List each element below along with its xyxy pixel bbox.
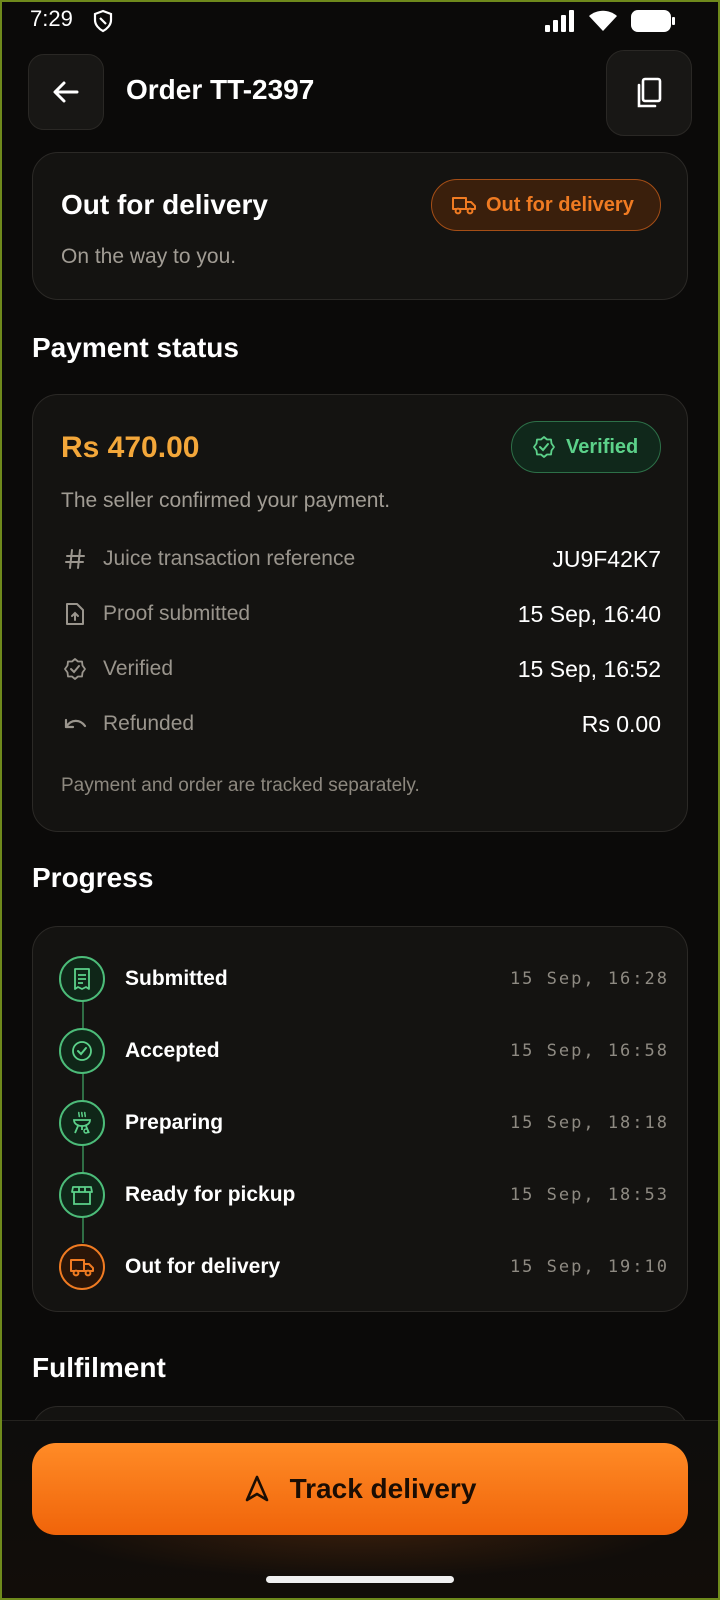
payment-row-value: Rs 0.00	[581, 710, 661, 737]
upload-file-icon	[61, 602, 89, 626]
grill-icon	[59, 1100, 105, 1146]
copy-button[interactable]	[606, 50, 692, 136]
payment-row-value: 15 Sep, 16:40	[517, 600, 661, 627]
back-button[interactable]	[28, 54, 104, 130]
check-circle-icon	[59, 1028, 105, 1074]
track-delivery-button[interactable]: Track delivery	[32, 1443, 688, 1535]
track-delivery-label: Track delivery	[289, 1473, 477, 1504]
progress-step-time: 15 Sep, 18:18	[509, 1113, 669, 1133]
payment-amount: Rs 470.00	[61, 431, 200, 464]
status-bar: 7:29	[0, 0, 720, 44]
hash-icon	[61, 548, 89, 570]
payment-row-label: Juice transaction reference	[103, 547, 356, 570]
verified-badge-icon	[533, 436, 555, 458]
payment-row-label: Refunded	[103, 712, 195, 735]
shield-icon	[92, 9, 114, 38]
progress-step-name: Preparing	[125, 1111, 224, 1134]
fulfilment-section-title: Fulfilment	[32, 1352, 166, 1383]
progress-step-name: Ready for pickup	[125, 1183, 296, 1206]
payment-note: Payment and order are tracked separately…	[61, 775, 420, 796]
payment-row-refunded: Refunded Rs 0.00	[61, 706, 661, 742]
verified-badge-icon	[61, 657, 89, 681]
order-status-title: Out for delivery	[61, 189, 268, 220]
truck-icon	[59, 1244, 105, 1290]
order-status-subtitle: On the way to you.	[61, 245, 237, 268]
progress-step-ready: Ready for pickup 15 Sep, 18:53	[59, 1171, 669, 1219]
payment-row-value: 15 Sep, 16:52	[517, 655, 661, 682]
payment-section-title: Payment status	[32, 332, 239, 363]
progress-step-name: Accepted	[125, 1039, 220, 1062]
progress-step-time: 15 Sep, 18:53	[509, 1185, 669, 1205]
status-time: 7:29	[30, 6, 73, 31]
progress-step-name: Out for delivery	[125, 1255, 281, 1278]
payment-row-reference: Juice transaction reference JU9F42K7	[61, 541, 661, 577]
order-status-badge-label: Out for delivery	[486, 193, 634, 216]
truck-icon	[452, 197, 476, 215]
payment-row-proof: Proof submitted 15 Sep, 16:40	[61, 596, 661, 632]
arrow-left-icon	[53, 81, 79, 103]
progress-step-time: 15 Sep, 19:10	[509, 1257, 669, 1277]
progress-step-time: 15 Sep, 16:58	[509, 1041, 669, 1061]
progress-step-accepted: Accepted 15 Sep, 16:58	[59, 1027, 669, 1075]
progress-step-preparing: Preparing 15 Sep, 18:18	[59, 1099, 669, 1147]
payment-row-value: JU9F42K7	[552, 545, 661, 572]
store-icon	[59, 1172, 105, 1218]
progress-step-out-for-delivery: Out for delivery 15 Sep, 19:10	[59, 1243, 669, 1291]
progress-section-title: Progress	[32, 862, 154, 893]
payment-row-label: Verified	[103, 657, 174, 680]
home-indicator[interactable]	[266, 1576, 454, 1583]
payment-card: Rs 470.00 Verified The seller confirmed …	[32, 394, 688, 832]
undo-icon	[61, 714, 89, 734]
wifi-icon	[588, 9, 618, 38]
payment-verified-label: Verified	[566, 435, 639, 458]
receipt-icon	[59, 956, 105, 1002]
order-status-badge: Out for delivery	[431, 179, 661, 231]
battery-icon	[630, 9, 676, 38]
cell-signal-icon	[544, 10, 576, 37]
payment-row-label: Proof submitted	[103, 602, 251, 625]
page-title: Order TT-2397	[126, 74, 315, 105]
progress-step-name: Submitted	[125, 967, 228, 990]
progress-step-submitted: Submitted 15 Sep, 16:28	[59, 955, 669, 1003]
payment-description: The seller confirmed your payment.	[61, 489, 391, 512]
progress-step-time: 15 Sep, 16:28	[509, 969, 669, 989]
copy-icon	[637, 77, 662, 108]
payment-verified-badge: Verified	[511, 421, 661, 473]
payment-row-verified: Verified 15 Sep, 16:52	[61, 651, 661, 687]
progress-card: Submitted 15 Sep, 16:28 Accepted 15 Sep,…	[32, 926, 688, 1312]
navigation-arrow-icon	[245, 1475, 268, 1502]
order-status-card: Out for delivery On the way to you. Out …	[32, 152, 688, 300]
